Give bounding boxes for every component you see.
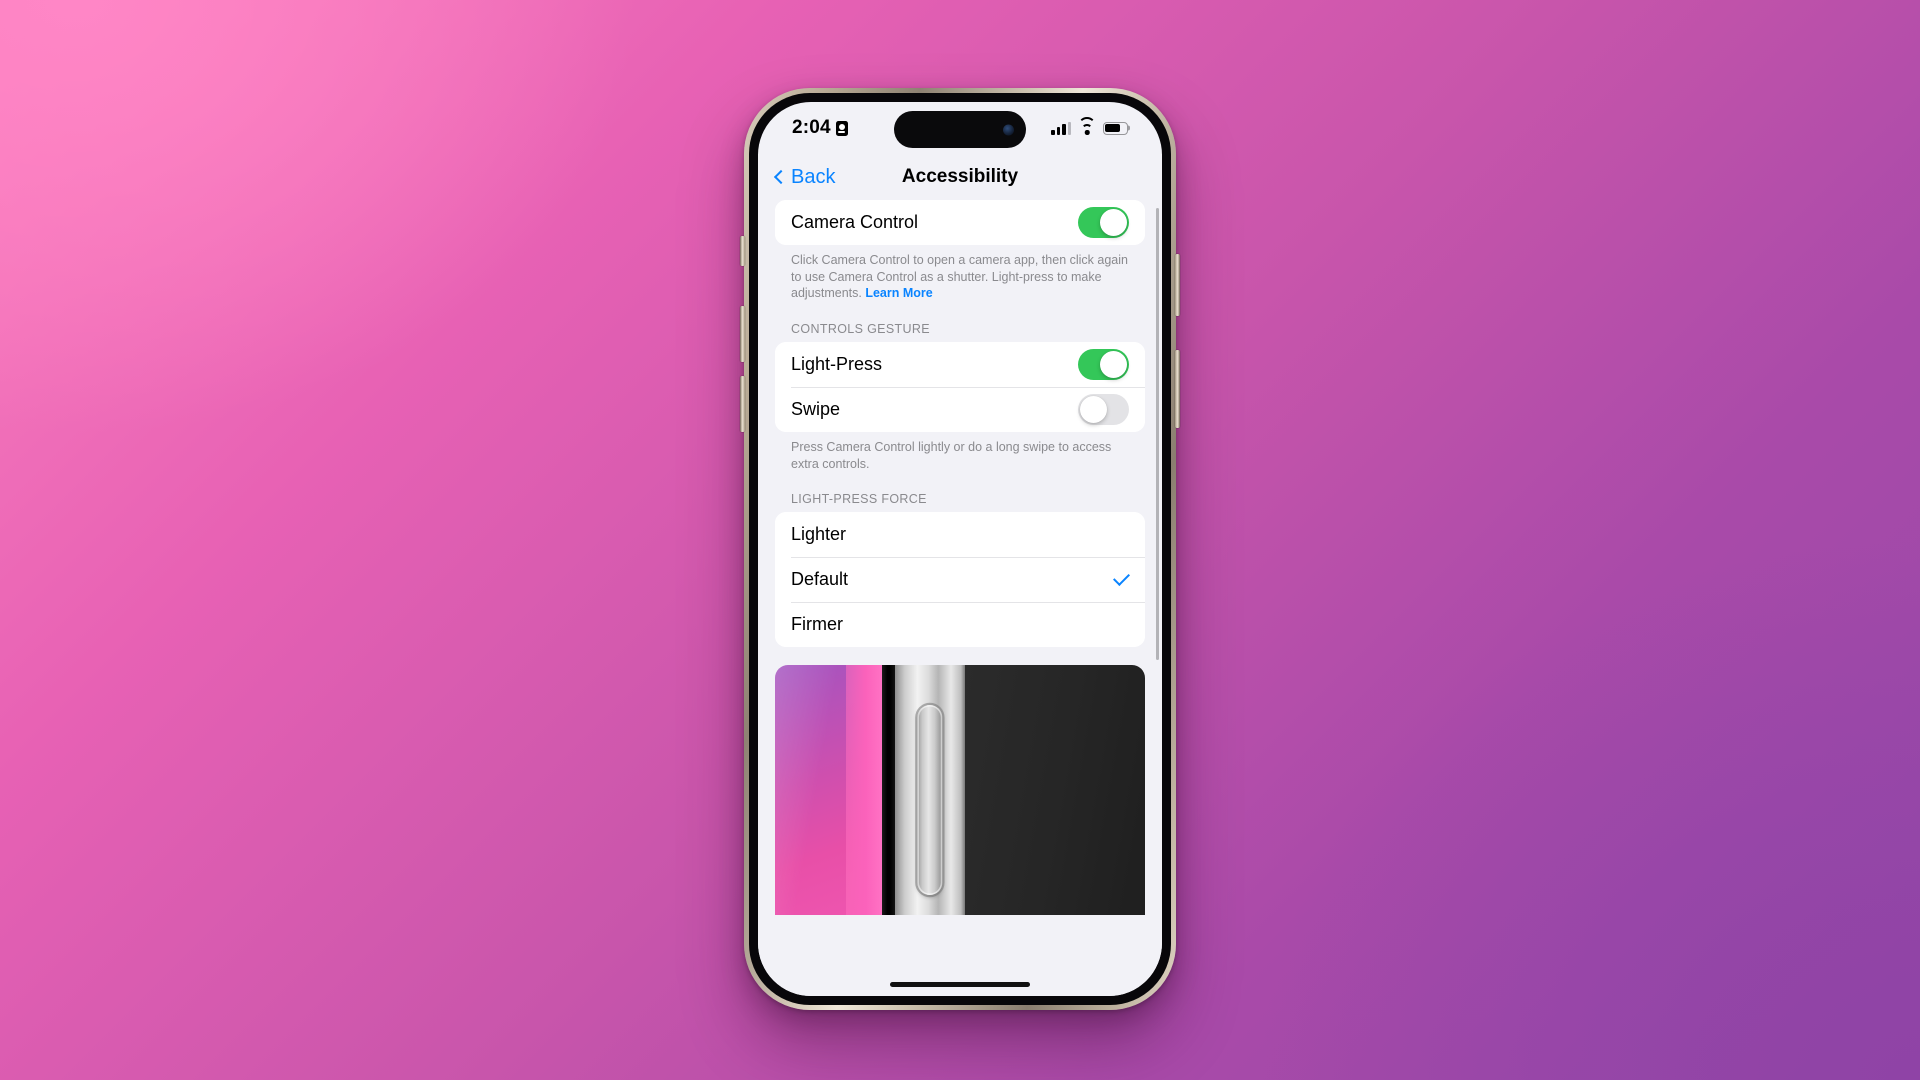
toggle-swipe[interactable] <box>1078 393 1129 425</box>
light-press-force-group: Lighter Default Firmer <box>775 512 1145 648</box>
row-swipe[interactable]: Swipe <box>775 386 1145 432</box>
row-label-light-press: Light-Press <box>791 353 883 374</box>
back-button-label: Back <box>791 165 836 188</box>
front-camera-lens-icon <box>1003 124 1014 135</box>
volume-up-button[interactable] <box>740 306 745 362</box>
section-header-light-press-force: LIGHT-PRESS FORCE <box>791 492 927 507</box>
camera-control-button-illustration <box>775 665 1145 916</box>
id-card-icon <box>835 120 848 136</box>
checkmark-icon <box>1113 569 1130 587</box>
settings-scroll-area[interactable]: Camera Control Click Camera Control to o… <box>758 200 1162 996</box>
section-header-controls-gesture: CONTROLS GESTURE <box>791 321 930 336</box>
option-label-default: Default <box>791 569 849 590</box>
illustration-screen-edge <box>882 665 895 916</box>
footnote-camera-control-text: Click Camera Control to open a camera ap… <box>791 253 1128 301</box>
status-indicators <box>1051 116 1128 135</box>
status-time: 2:04 <box>792 117 848 139</box>
illustration-dark-region <box>964 665 1145 916</box>
side-power-button[interactable] <box>1175 254 1180 316</box>
option-firmer[interactable]: Firmer <box>775 602 1145 648</box>
scrollbar-thumb[interactable] <box>1156 208 1159 660</box>
battery-icon <box>1103 121 1128 135</box>
cellular-signal-icon <box>1051 121 1071 135</box>
illustration-wallpaper-region <box>775 665 883 916</box>
illustration-container <box>775 665 1145 916</box>
iphone-device-frame: 2:04 Back Accessibility Camera Control C… <box>740 88 1180 1010</box>
option-label-lighter: Lighter <box>791 524 847 545</box>
toggle-knob <box>1080 395 1107 423</box>
option-lighter[interactable]: Lighter <box>775 512 1145 558</box>
footnote-controls-gesture: Press Camera Control lightly or do a lon… <box>791 439 1112 471</box>
home-indicator[interactable] <box>890 982 1030 987</box>
volume-down-button[interactable] <box>740 376 745 432</box>
row-label-camera-control: Camera Control <box>791 212 919 232</box>
dynamic-island <box>894 111 1026 148</box>
action-button[interactable] <box>740 236 745 266</box>
status-bar: 2:04 <box>758 102 1162 154</box>
toggle-camera-control[interactable] <box>1078 207 1129 238</box>
camera-control-group: Camera Control <box>775 200 1145 245</box>
option-default[interactable]: Default <box>775 557 1145 603</box>
row-light-press[interactable]: Light-Press <box>775 341 1145 387</box>
phone-screen: 2:04 Back Accessibility Camera Control C… <box>758 102 1162 996</box>
navigation-bar: Back Accessibility <box>758 154 1162 200</box>
illustration-camera-control-button <box>916 705 943 896</box>
footnote-camera-control: Click Camera Control to open a camera ap… <box>775 245 1145 302</box>
illustration-metal-rail <box>894 665 965 916</box>
back-button[interactable]: Back <box>773 165 836 189</box>
wallpaper-background: 2:04 Back Accessibility Camera Control C… <box>0 0 1920 1080</box>
learn-more-link[interactable]: Learn More <box>865 286 932 300</box>
status-time-text: 2:04 <box>792 117 831 138</box>
camera-control-button[interactable] <box>1175 350 1180 428</box>
option-label-firmer: Firmer <box>791 614 843 635</box>
toggle-knob <box>1100 209 1127 236</box>
row-label-swipe: Swipe <box>791 398 841 419</box>
row-camera-control[interactable]: Camera Control <box>775 200 1145 245</box>
phone-bezel: 2:04 Back Accessibility Camera Control C… <box>749 93 1171 1005</box>
controls-gesture-group: Light-Press Swipe <box>775 341 1145 432</box>
wifi-icon <box>1078 116 1096 135</box>
toggle-light-press[interactable] <box>1078 348 1129 380</box>
toggle-knob <box>1100 350 1127 378</box>
chevron-left-icon <box>773 169 789 185</box>
